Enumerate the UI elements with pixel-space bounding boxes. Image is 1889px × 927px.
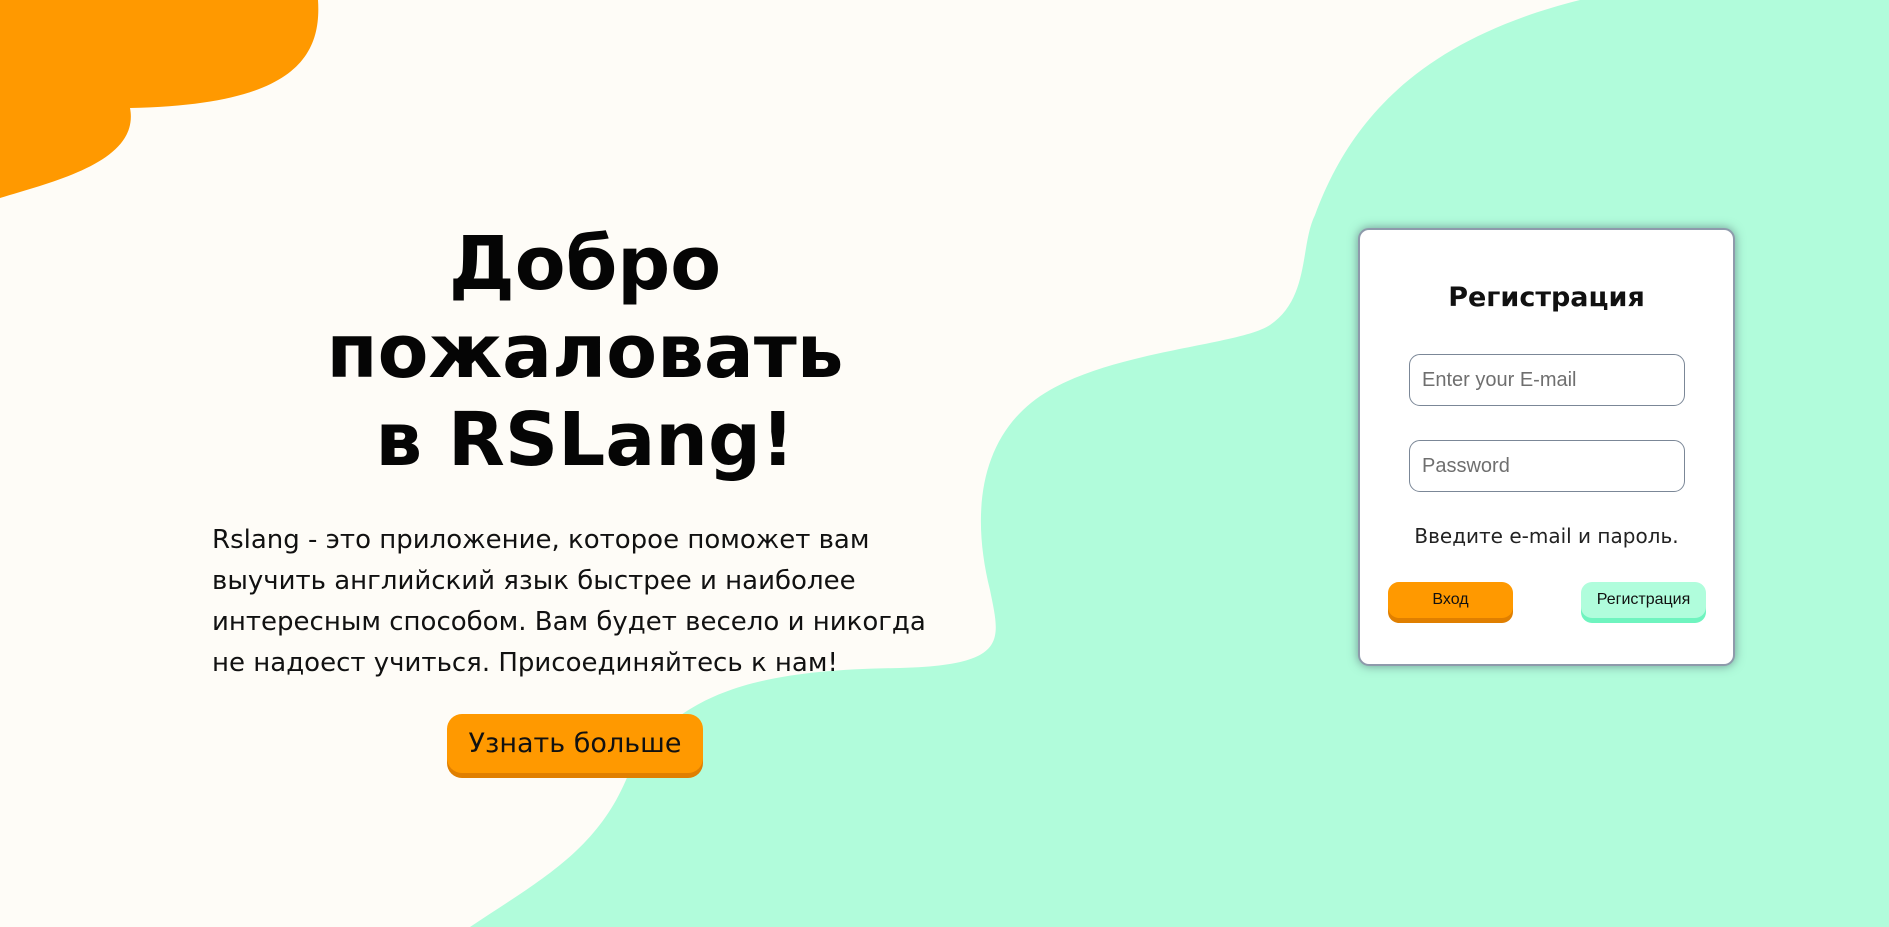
hero-title-line-2: в RSLang! — [375, 397, 795, 483]
login-button[interactable]: Вход — [1388, 582, 1513, 618]
email-input[interactable] — [1409, 354, 1685, 406]
learn-more-button[interactable]: Узнать больше — [446, 714, 704, 773]
registration-card: Регистрация Введите e-mail и пароль. Вхо… — [1358, 228, 1735, 666]
hero-description: Rslang - это приложение, которое поможет… — [212, 525, 926, 678]
form-title: Регистрация — [1448, 282, 1645, 313]
password-input[interactable] — [1409, 440, 1685, 492]
landing-page: Добро пожаловать в RSLang! Rslang - это … — [0, 0, 1889, 927]
hero-section: Добро пожаловать в RSLang! Rslang - это … — [210, 220, 960, 773]
hero-title-line-1: Добро пожаловать — [326, 221, 844, 395]
register-button[interactable]: Регистрация — [1581, 582, 1706, 618]
hero-button-wrapper: Узнать больше — [210, 714, 960, 773]
orange-blob — [0, 0, 319, 198]
form-hint: Введите e-mail и пароль. — [1414, 524, 1679, 548]
hero-title: Добро пожаловать в RSLang! — [210, 220, 960, 484]
